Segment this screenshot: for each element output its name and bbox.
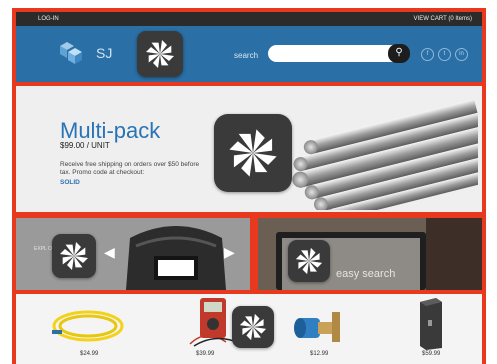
login-link[interactable]: LOG-IN	[38, 16, 59, 22]
pinwheel-overlay-icon	[232, 306, 274, 348]
product-price: $12.99	[310, 351, 329, 357]
top-bar: LOG-IN VIEW CART (0 Items)	[16, 12, 482, 26]
product-hard-drive-image[interactable]	[416, 296, 446, 350]
product-price: $24.99	[80, 351, 99, 357]
linkedin-icon[interactable]: in	[455, 48, 468, 61]
pinwheel-overlay-icon	[214, 114, 292, 192]
pinwheel-overlay-icon	[137, 31, 183, 77]
pinwheel-overlay-icon	[52, 234, 96, 278]
logo-text[interactable]: SJ	[96, 45, 112, 61]
search-input[interactable]	[268, 45, 408, 62]
easy-search-promo[interactable]: easy search	[258, 218, 482, 290]
search-button[interactable]: ⚲	[388, 44, 410, 63]
promo-code: SOLID	[60, 179, 80, 186]
hero-price: $99.00 / UNIT	[60, 141, 110, 150]
view-cart-link[interactable]: VIEW CART (0 Items)	[414, 16, 472, 22]
magnifier-icon: ⚲	[395, 47, 403, 58]
promo-right-text: easy search	[336, 268, 396, 280]
facebook-icon[interactable]: f	[421, 48, 434, 61]
product-fiber-cable-image[interactable]	[48, 304, 128, 348]
twitter-icon[interactable]: t	[438, 48, 451, 61]
product-price: $59.99	[422, 351, 441, 357]
product-strip: $24.99 $39.99 $12.99 $59.99	[16, 294, 482, 364]
pinwheel-overlay-icon	[288, 240, 330, 282]
search-label: search	[234, 51, 259, 60]
hero-description: Receive free shipping on orders over $50…	[60, 161, 200, 176]
logo-cubes-icon[interactable]	[54, 38, 86, 68]
product-price: $39.99	[196, 351, 215, 357]
arrow-left-icon[interactable]: ◀	[104, 244, 115, 261]
arrow-right-icon[interactable]: ▶	[224, 244, 235, 261]
metal-rods-image	[292, 99, 478, 210]
hero-banner[interactable]: Multi-pack $99.00 / UNIT Receive free sh…	[16, 86, 482, 212]
welding-helmet-promo[interactable]: EXPL OUR LINE ◀ ▶	[16, 218, 250, 290]
product-coupler-image[interactable]	[288, 304, 344, 348]
site-header: SJ search ⚲ f t in	[16, 26, 482, 82]
welding-helmet-image	[126, 226, 226, 290]
